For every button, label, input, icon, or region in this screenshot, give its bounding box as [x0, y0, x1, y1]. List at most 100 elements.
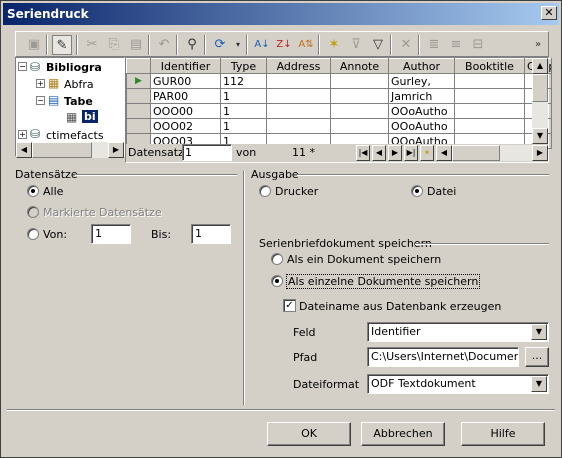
- tree-item-ctimefacts[interactable]: ctimefacts: [46, 129, 104, 142]
- radio-printer[interactable]: [259, 185, 271, 197]
- cut-icon[interactable]: ✂: [82, 35, 102, 55]
- generate-filename-label[interactable]: Dateiname aus Datenbank erzeugen: [299, 300, 501, 313]
- from-input[interactable]: 1: [91, 224, 131, 244]
- table-cell[interactable]: OOO02: [150, 118, 221, 134]
- collapse-icon[interactable]: −: [18, 62, 27, 71]
- data-to-fields-icon[interactable]: ≡: [446, 35, 466, 55]
- chevron-down-icon[interactable]: ▼: [531, 324, 547, 340]
- table-cell[interactable]: [266, 118, 331, 134]
- radio-single-document-label[interactable]: Als ein Dokument speichern: [287, 253, 441, 266]
- column-header[interactable]: Address: [266, 58, 331, 74]
- next-record-icon[interactable]: ▶: [388, 145, 402, 161]
- radio-all-label[interactable]: Alle: [43, 185, 63, 198]
- browse-button[interactable]: ...: [525, 347, 549, 367]
- table-cell[interactable]: [454, 73, 525, 89]
- radio-individual-documents[interactable]: [271, 275, 283, 287]
- previous-record-icon[interactable]: ◀: [372, 145, 386, 161]
- table-cell[interactable]: Jamrich: [388, 88, 455, 104]
- table-cell[interactable]: 1: [220, 88, 267, 104]
- column-header[interactable]: Identifier: [150, 58, 221, 74]
- radio-file[interactable]: [411, 185, 423, 197]
- table-cell[interactable]: 1: [220, 118, 267, 134]
- path-input[interactable]: C:\Users\Internet\Documents: [367, 347, 519, 367]
- table-row[interactable]: ▶ GUR00 112 Gurley,: [126, 73, 552, 89]
- table-cell[interactable]: [454, 118, 525, 134]
- remove-filter-icon[interactable]: ✕: [396, 35, 416, 55]
- first-record-icon[interactable]: |◀: [356, 145, 370, 161]
- tree-item-queries[interactable]: Abfra: [64, 78, 94, 91]
- autofilter-icon[interactable]: ✶: [324, 35, 344, 55]
- radio-printer-label[interactable]: Drucker: [275, 185, 318, 198]
- radio-file-label[interactable]: Datei: [427, 185, 456, 198]
- tree-item-tables[interactable]: Tabe: [64, 95, 93, 108]
- column-header[interactable]: Type: [220, 58, 267, 74]
- ok-button[interactable]: OK: [267, 422, 351, 446]
- table-cell[interactable]: [330, 103, 389, 119]
- sort-descending-icon[interactable]: Z↓: [274, 35, 294, 55]
- scroll-right-icon[interactable]: ▶: [532, 145, 548, 161]
- row-header[interactable]: [126, 103, 151, 119]
- data-source-tree[interactable]: − ⛁ Bibliogra + ▦ Abfra − ▤ Tabe ▦ bi + …: [15, 57, 125, 158]
- table-cell[interactable]: Gurley,: [388, 73, 455, 89]
- help-button[interactable]: Hilfe: [461, 422, 545, 446]
- copy-icon[interactable]: ⎘: [104, 35, 124, 55]
- expand-icon[interactable]: +: [18, 130, 27, 139]
- scroll-thumb[interactable]: [532, 74, 548, 102]
- new-record-icon[interactable]: ✶: [420, 145, 434, 161]
- row-header[interactable]: [126, 88, 151, 104]
- data-to-text-icon[interactable]: ≣: [424, 35, 444, 55]
- table-cell[interactable]: 1: [220, 103, 267, 119]
- more-icon[interactable]: »: [528, 35, 548, 55]
- table-cell[interactable]: GUR00: [150, 73, 221, 89]
- table-cell[interactable]: [266, 73, 331, 89]
- table-cell[interactable]: PAR00: [150, 88, 221, 104]
- scroll-down-icon[interactable]: ▼: [532, 128, 548, 144]
- collapse-icon[interactable]: −: [36, 96, 45, 105]
- sort-ascending-icon[interactable]: A↓: [252, 35, 272, 55]
- radio-individual-documents-label[interactable]: Als einzelne Dokumente speichern: [286, 274, 481, 289]
- save-icon[interactable]: ▣: [24, 35, 44, 55]
- scroll-up-icon[interactable]: ▲: [532, 58, 548, 74]
- table-cell[interactable]: [330, 88, 389, 104]
- radio-range-label[interactable]: Von:: [43, 228, 67, 241]
- scroll-left-icon[interactable]: ◀: [16, 142, 32, 158]
- cancel-button[interactable]: Abbrechen: [361, 422, 445, 446]
- tree-item-bibliography[interactable]: Bibliogra: [46, 61, 102, 74]
- to-input[interactable]: 1: [191, 224, 231, 244]
- paste-icon[interactable]: ▤: [126, 35, 146, 55]
- tree-horizontal-scrollbar[interactable]: ◀ ▶: [16, 142, 124, 158]
- find-icon[interactable]: ⚲: [182, 35, 202, 55]
- undo-icon[interactable]: ↶: [154, 35, 174, 55]
- table-row[interactable]: OOO02 1 OOoAutho: [126, 118, 552, 134]
- last-record-icon[interactable]: ▶|: [404, 145, 418, 161]
- table-cell[interactable]: [330, 118, 389, 134]
- table-cell[interactable]: OOoAutho: [388, 103, 455, 119]
- field-dropdown[interactable]: Identifier ▼: [367, 322, 549, 342]
- scroll-thumb[interactable]: [32, 142, 92, 158]
- file-format-dropdown[interactable]: ODF Textdokument ▼: [367, 374, 549, 394]
- expand-icon[interactable]: +: [36, 79, 45, 88]
- table-row[interactable]: OOO00 1 OOoAutho: [126, 103, 552, 119]
- standard-filter-icon[interactable]: ⊽: [346, 35, 366, 55]
- tree-item-biblio-table[interactable]: bi: [82, 110, 98, 123]
- current-row-icon[interactable]: ▶: [126, 73, 151, 89]
- radio-all[interactable]: [27, 185, 39, 197]
- table-cell[interactable]: [454, 103, 525, 119]
- radio-range[interactable]: [27, 228, 39, 240]
- table-cell[interactable]: OOoAutho: [388, 118, 455, 134]
- table-cell[interactable]: 112: [220, 73, 267, 89]
- refresh-icon[interactable]: ⟳: [210, 35, 230, 55]
- row-header[interactable]: [126, 118, 151, 134]
- edit-icon[interactable]: ✎: [52, 35, 72, 55]
- column-header[interactable]: Booktitle: [454, 58, 525, 74]
- table-cell[interactable]: OOO00: [150, 103, 221, 119]
- scroll-thumb[interactable]: [452, 145, 500, 161]
- table-cell[interactable]: [330, 73, 389, 89]
- mail-merge-icon[interactable]: ⊟: [468, 35, 488, 55]
- dropdown-arrow-icon[interactable]: ▾: [228, 35, 248, 55]
- grid-horizontal-scrollbar[interactable]: ◀ ▶: [436, 145, 548, 161]
- chevron-down-icon[interactable]: ▼: [531, 376, 547, 392]
- generate-filename-checkbox[interactable]: ✓: [283, 299, 296, 312]
- radio-single-document[interactable]: [271, 253, 283, 265]
- table-cell[interactable]: [266, 103, 331, 119]
